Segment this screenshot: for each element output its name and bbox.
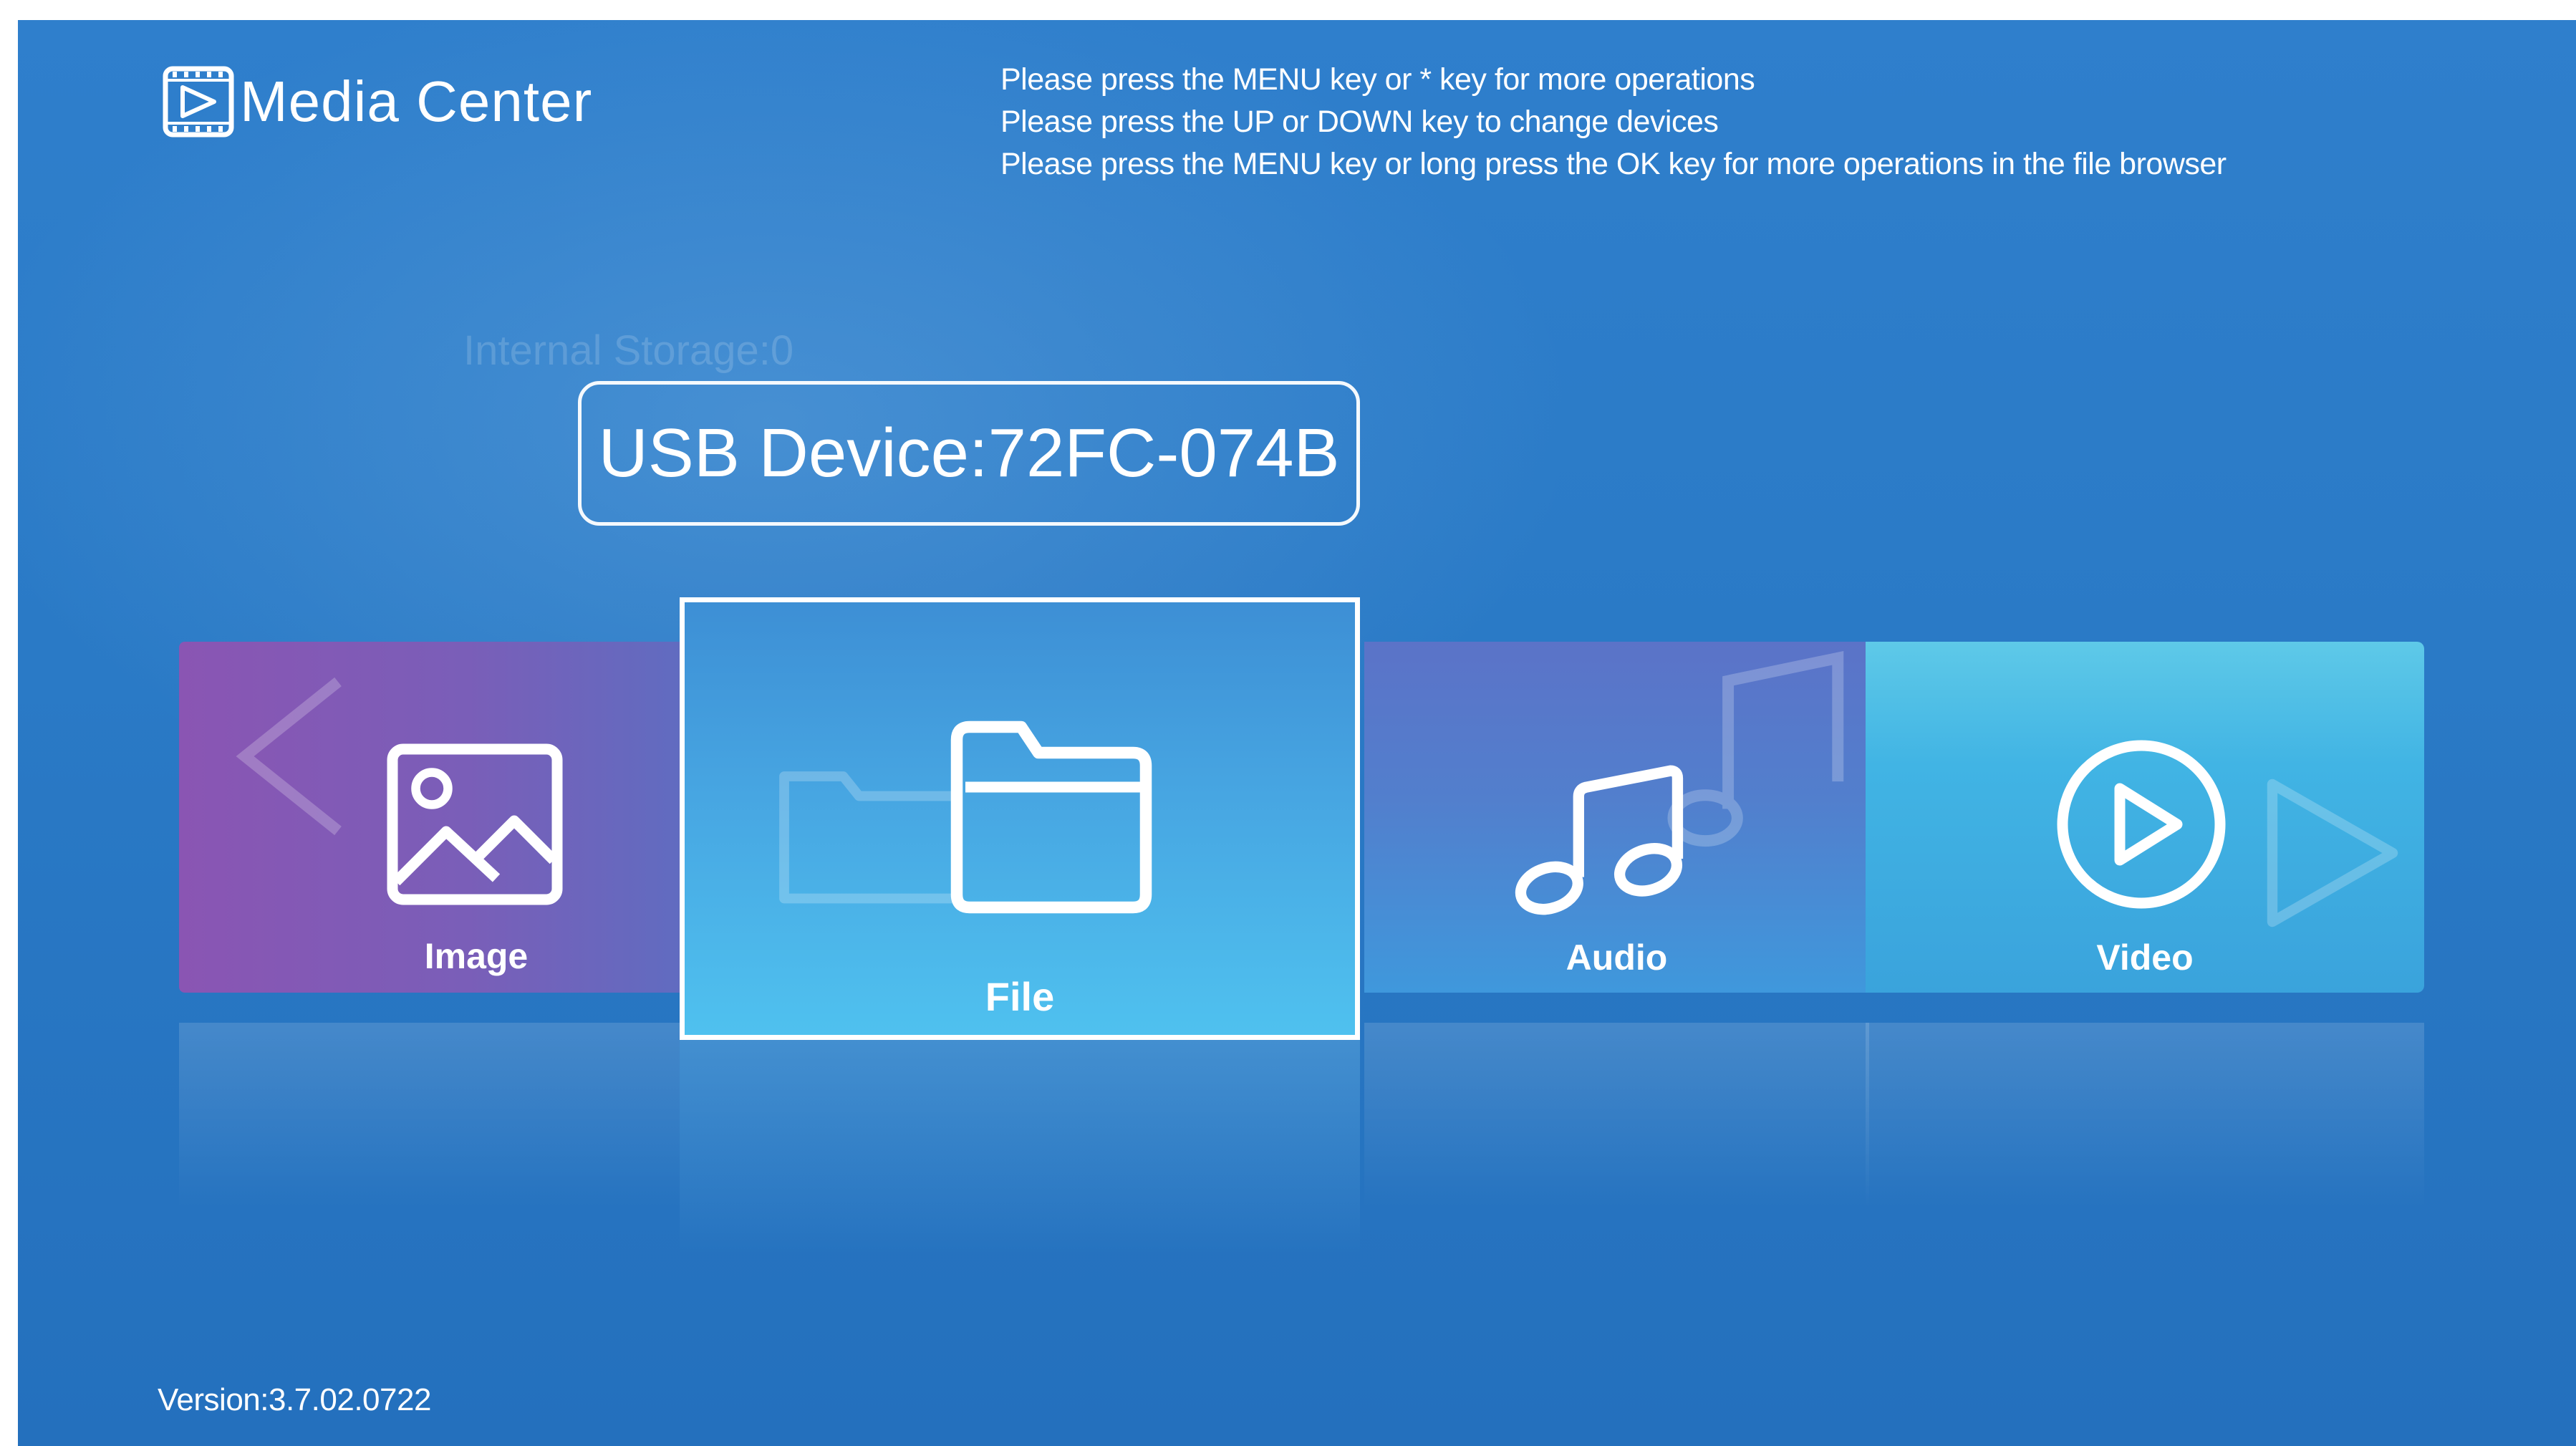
folder-icon: [950, 720, 1152, 914]
decorative-arrow-icon: [236, 677, 342, 836]
app-logo: Media Center: [161, 64, 592, 139]
decorative-folder-icon: [779, 771, 963, 904]
device-selector-current[interactable]: USB Device:72FC-074B: [578, 381, 1360, 526]
tile-image-label: Image: [424, 936, 529, 976]
tile-image[interactable]: Image: [179, 642, 702, 993]
version-text: Version:3.7.02.0722: [158, 1382, 431, 1417]
film-play-icon: [163, 66, 234, 138]
play-circle-icon: [2057, 740, 2226, 909]
hint-file-browser: Please press the MENU key or long press …: [1000, 147, 2227, 181]
tile-file[interactable]: File: [680, 597, 1360, 1040]
tile-audio[interactable]: Audio: [1364, 642, 1869, 993]
tile-video[interactable]: Video: [1866, 642, 2424, 993]
hint-change-device: Please press the UP or DOWN key to chang…: [1000, 105, 1719, 139]
tile-reflection-file: [680, 1040, 1360, 1255]
tile-reflection-video: [1866, 1023, 2424, 1209]
app-title: Media Center: [240, 69, 593, 133]
music-note-icon: [1515, 765, 1684, 915]
help-hints: Please press the MENU key or * key for m…: [1000, 59, 2227, 185]
tile-file-label: File: [985, 974, 1055, 1019]
decorative-play-icon: [2267, 779, 2398, 927]
device-option-internal-storage[interactable]: Internal Storage:0: [463, 327, 793, 375]
tile-video-label: Video: [2096, 938, 2194, 978]
device-current-label: USB Device:72FC-074B: [598, 415, 1340, 491]
tile-audio-label: Audio: [1566, 938, 1668, 978]
tile-reflection-image: [179, 1023, 680, 1209]
tile-reflection-audio: [1364, 1023, 1869, 1209]
hint-menu-key: Please press the MENU key or * key for m…: [1000, 62, 1755, 97]
media-center-screen: Media Center Please press the MENU key o…: [18, 20, 2576, 1446]
picture-icon: [387, 743, 563, 905]
